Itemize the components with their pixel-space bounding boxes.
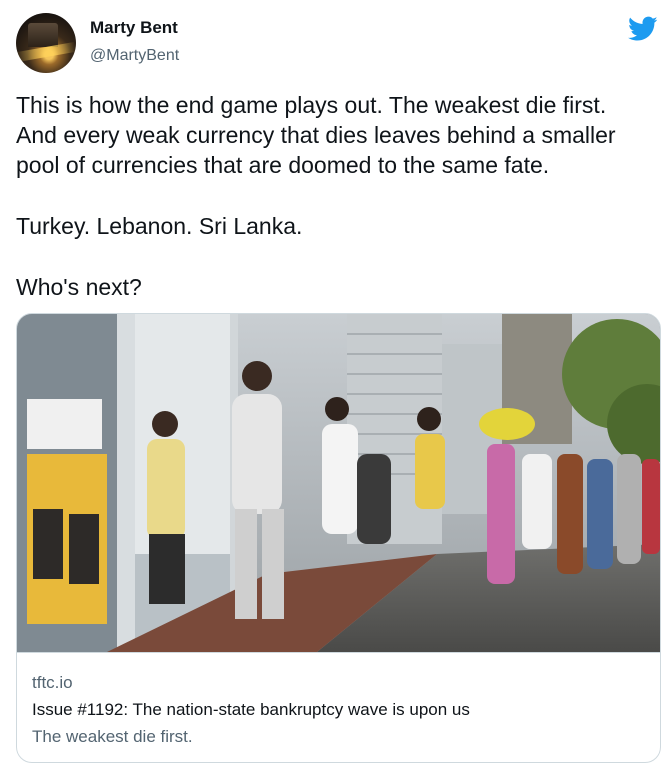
card-description: The weakest die first. <box>32 727 193 746</box>
tweet-line: And every weak currency that dies leaves… <box>16 122 616 148</box>
tweet-line: This is how the end game plays out. The … <box>16 92 607 118</box>
link-card[interactable]: tftc.io Issue #1192: The nation-state ba… <box>16 313 661 763</box>
tweet-text: This is how the end game plays out. The … <box>16 90 666 302</box>
author-name[interactable]: Marty Bent <box>90 18 178 38</box>
twitter-bird-icon[interactable] <box>628 16 658 42</box>
tweet-line: Who's next? <box>16 274 142 300</box>
author-handle[interactable]: @MartyBent <box>90 47 179 65</box>
card-meta[interactable]: tftc.io Issue #1192: The nation-state ba… <box>17 652 660 762</box>
card-title: Issue #1192: The nation-state bankruptcy… <box>32 700 470 719</box>
tweet-container: Marty Bent @MartyBent This is how the en… <box>0 0 672 770</box>
card-image[interactable] <box>17 314 660 652</box>
avatar[interactable] <box>16 13 76 73</box>
tweet-line: Turkey. Lebanon. Sri Lanka. <box>16 213 303 239</box>
tweet-line: pool of currencies that are doomed to th… <box>16 152 550 178</box>
card-domain: tftc.io <box>32 673 73 692</box>
